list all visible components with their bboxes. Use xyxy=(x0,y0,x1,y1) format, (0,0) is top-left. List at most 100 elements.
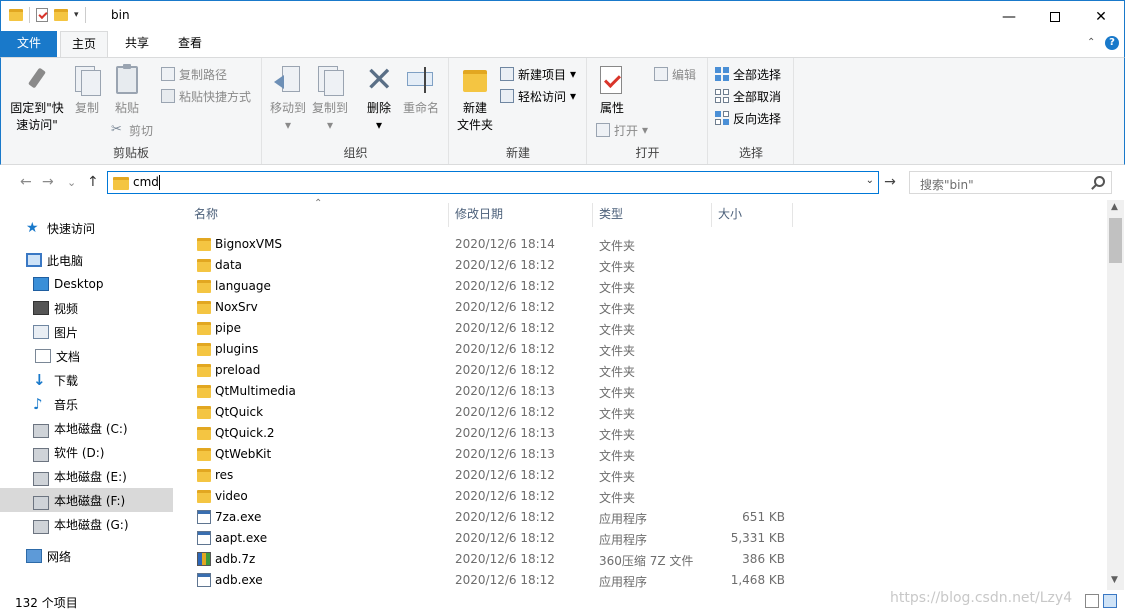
column-header-size[interactable]: 大小 xyxy=(718,201,788,227)
column-header-type[interactable]: 类型 xyxy=(599,201,709,227)
nav-videos[interactable]: 视频 xyxy=(0,296,173,320)
pin-to-quick-access-button[interactable]: 固定到"快 速访问" xyxy=(7,64,67,134)
nav-music[interactable]: ♪ 音乐 xyxy=(0,392,173,416)
column-header-date[interactable]: 修改日期 xyxy=(455,201,590,227)
minimize-button[interactable]: — xyxy=(986,1,1032,32)
invert-selection-button[interactable]: 反向选择 xyxy=(715,108,781,128)
maximize-button[interactable] xyxy=(1032,1,1078,32)
up-button[interactable]: ↑ xyxy=(87,174,99,190)
column-divider[interactable] xyxy=(711,203,712,227)
select-all-button[interactable]: 全部选择 xyxy=(715,64,781,84)
edit-button[interactable]: 编辑 xyxy=(654,64,696,84)
file-row[interactable]: video 2020/12/6 18:12 文件夹 xyxy=(190,486,1105,507)
new-folder-button[interactable]: 新建 文件夹 xyxy=(454,64,496,134)
minimize-icon: — xyxy=(1002,8,1016,25)
copy-to-button[interactable]: 复制到 ▾ xyxy=(309,64,351,134)
search-input[interactable]: 搜索"bin" xyxy=(920,176,974,193)
nav-label: 图片 xyxy=(54,325,79,340)
file-type: 文件夹 xyxy=(599,302,636,316)
file-row[interactable]: adb.exe 2020/12/6 18:12 应用程序 1,468 KB xyxy=(190,570,1105,591)
new-item-button[interactable]: 新建项目 ▾ xyxy=(500,64,576,84)
address-dropdown-icon[interactable]: ⌄ xyxy=(866,175,874,186)
search-box[interactable]: 搜索"bin" xyxy=(909,171,1112,194)
scroll-up-icon[interactable]: ▲ xyxy=(1111,202,1118,212)
drive-icon xyxy=(33,448,49,462)
copy-path-button[interactable]: 复制路径 xyxy=(161,64,227,84)
file-row[interactable]: QtWebKit 2020/12/6 18:13 文件夹 xyxy=(190,444,1105,465)
paste-shortcut-button[interactable]: 粘贴快捷方式 xyxy=(161,86,251,106)
search-icon[interactable] xyxy=(1094,176,1105,187)
column-divider[interactable] xyxy=(792,203,793,227)
details-view-icon[interactable] xyxy=(1085,594,1099,608)
nav-drive-e[interactable]: 本地磁盘 (E:) xyxy=(0,464,173,488)
nav-downloads[interactable]: ↓ 下载 xyxy=(0,368,173,392)
help-icon[interactable]: ? xyxy=(1105,36,1119,50)
properties-icon xyxy=(596,64,628,96)
select-none-button[interactable]: 全部取消 xyxy=(715,86,781,106)
file-date: 2020/12/6 18:12 xyxy=(455,279,555,293)
scroll-thumb[interactable] xyxy=(1109,218,1122,263)
copy-button[interactable]: 复制 xyxy=(69,64,105,117)
tab-view[interactable]: 查看 xyxy=(166,31,214,57)
nav-quick-access[interactable]: ★ 快速访问 xyxy=(0,216,173,240)
tab-file[interactable]: 文件 xyxy=(1,31,57,57)
nav-desktop[interactable]: Desktop xyxy=(0,272,173,296)
close-button[interactable]: ✕ xyxy=(1078,1,1124,32)
nav-network[interactable]: 网络 xyxy=(0,544,173,568)
file-row[interactable]: aapt.exe 2020/12/6 18:12 应用程序 5,331 KB xyxy=(190,528,1105,549)
nav-documents[interactable]: 文档 xyxy=(0,344,173,368)
drive-icon xyxy=(33,496,49,510)
new-folder-icon[interactable] xyxy=(54,9,68,21)
select-all-label: 全部选择 xyxy=(733,67,782,82)
address-bar[interactable]: cmd ⌄ xyxy=(107,171,879,194)
file-row[interactable]: NoxSrv 2020/12/6 18:12 文件夹 xyxy=(190,297,1105,318)
easy-access-button[interactable]: 轻松访问 ▾ xyxy=(500,86,576,106)
file-size: 386 KB xyxy=(742,552,785,566)
nav-this-pc[interactable]: 此电脑 xyxy=(0,248,173,272)
cut-button[interactable]: ✂ 剪切 xyxy=(111,120,153,140)
delete-button[interactable]: ✕ 删除 ▾ xyxy=(359,63,399,134)
nav-drive-d[interactable]: 软件 (D:) xyxy=(0,440,173,464)
column-divider[interactable] xyxy=(592,203,593,227)
nav-drive-f[interactable]: 本地磁盘 (F:) xyxy=(0,488,173,512)
file-row[interactable]: pipe 2020/12/6 18:12 文件夹 xyxy=(190,318,1105,339)
file-row[interactable]: QtMultimedia 2020/12/6 18:13 文件夹 xyxy=(190,381,1105,402)
nav-drive-g[interactable]: 本地磁盘 (G:) xyxy=(0,512,173,536)
tab-home[interactable]: 主页 xyxy=(60,31,108,58)
file-row[interactable]: 7za.exe 2020/12/6 18:12 应用程序 651 KB xyxy=(190,507,1105,528)
file-row[interactable]: BignoxVMS 2020/12/6 18:14 文件夹 xyxy=(190,234,1105,255)
open-button[interactable]: 打开 ▾ xyxy=(596,120,648,140)
scroll-down-icon[interactable]: ▼ xyxy=(1111,575,1118,585)
customize-toolbar-icon[interactable]: ▾ xyxy=(74,10,79,20)
go-button[interactable]: → xyxy=(881,173,899,191)
file-row[interactable]: plugins 2020/12/6 18:12 文件夹 xyxy=(190,339,1105,360)
file-row[interactable]: adb.7z 2020/12/6 18:12 360压缩 7Z 文件 386 KB xyxy=(190,549,1105,570)
new-group: 新建 文件夹 新建项目 ▾ 轻松访问 ▾ 新建 xyxy=(450,58,587,164)
column-divider[interactable] xyxy=(448,203,449,227)
clipboard-group-label: 剪贴板 xyxy=(112,146,149,160)
file-row[interactable]: res 2020/12/6 18:12 文件夹 xyxy=(190,465,1105,486)
properties-button[interactable]: 属性 xyxy=(592,64,632,117)
file-row[interactable]: QtQuick 2020/12/6 18:12 文件夹 xyxy=(190,402,1105,423)
tab-share[interactable]: 共享 xyxy=(113,31,161,57)
column-header-name[interactable]: 名称 xyxy=(194,201,444,227)
properties-icon[interactable] xyxy=(36,8,48,22)
vertical-scrollbar[interactable]: ▲ ▼ xyxy=(1107,200,1124,590)
file-row[interactable]: preload 2020/12/6 18:12 文件夹 xyxy=(190,360,1105,381)
collapse-ribbon-icon[interactable]: ⌃ xyxy=(1087,37,1095,48)
nav-pictures[interactable]: 图片 xyxy=(0,320,173,344)
large-icons-view-icon[interactable] xyxy=(1103,594,1117,608)
file-row[interactable]: QtQuick.2 2020/12/6 18:13 文件夹 xyxy=(190,423,1105,444)
move-to-button[interactable]: 移动到 ▾ xyxy=(267,64,309,134)
file-row[interactable]: data 2020/12/6 18:12 文件夹 xyxy=(190,255,1105,276)
paste-button[interactable]: 粘贴 xyxy=(109,64,145,117)
forward-button[interactable]: → xyxy=(42,174,54,190)
recent-locations-button[interactable]: ⌄ xyxy=(67,176,76,189)
address-input[interactable]: cmd xyxy=(133,175,159,189)
easy-access-icon xyxy=(500,89,514,103)
rename-button[interactable]: 重命名 xyxy=(399,64,443,117)
back-button[interactable]: ← xyxy=(20,174,32,190)
nav-drive-c[interactable]: 本地磁盘 (C:) xyxy=(0,416,173,440)
file-row[interactable]: language 2020/12/6 18:12 文件夹 xyxy=(190,276,1105,297)
file-name: language xyxy=(215,279,271,293)
